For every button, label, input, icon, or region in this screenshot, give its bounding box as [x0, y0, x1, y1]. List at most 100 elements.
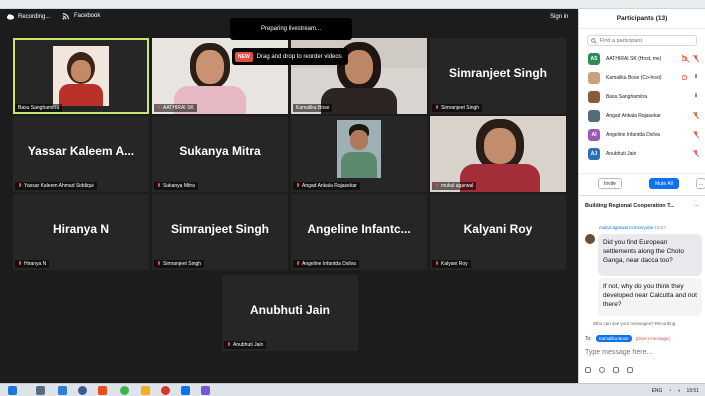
livestream-toast: Preparing livestream...	[230, 18, 352, 40]
participant-name: Kamalika Bose (Co-host)	[606, 74, 662, 81]
face-shape	[345, 50, 373, 84]
recipient-dropdown[interactable]: Kamalika Bose	[595, 335, 632, 342]
participants-header: Participants (13)	[579, 9, 705, 29]
mic-muted-icon	[436, 105, 438, 109]
notes-icon[interactable]	[201, 386, 210, 395]
video-off-icon	[682, 55, 689, 62]
tile-name-label: Kalyani Roy	[432, 260, 471, 268]
who-can-see-link[interactable]: Who can see your messages? Recording	[593, 321, 675, 326]
mic-muted-icon	[693, 150, 699, 157]
app-icon[interactable]	[161, 386, 170, 395]
face-shape	[484, 128, 516, 164]
tile-name-label: Sukanya Mitra	[154, 182, 198, 190]
invite-button[interactable]: Invite	[598, 178, 622, 189]
shoulders-shape	[321, 88, 397, 114]
video-tile-12[interactable]: Kalyani Roy Kalyani Roy	[430, 194, 566, 270]
avatar: AJ	[588, 147, 600, 160]
wifi-icon[interactable]: ◔	[668, 388, 671, 394]
participant-row[interactable]: AS AATHIRAI SK (Host, me)	[579, 49, 705, 68]
participants-title: Participants (13)	[616, 15, 668, 22]
office-icon[interactable]	[98, 386, 107, 395]
chat-title: Building Regional Cooperation T...	[585, 203, 675, 209]
recording-indicator[interactable]: Recording...	[6, 12, 50, 21]
participant-name: AATHIRAI SK (Host, me)	[606, 55, 662, 62]
facebook-live-indicator[interactable]: Facebook	[62, 12, 100, 20]
tray-lang[interactable]: ENG	[652, 388, 663, 394]
windows-start-icon[interactable]	[8, 386, 17, 395]
livestream-icon	[62, 13, 69, 20]
mail-icon[interactable]	[58, 386, 67, 395]
mic-muted-icon	[19, 261, 21, 265]
tile-display-name: Kalyani Roy	[463, 222, 533, 236]
mic-muted-icon	[158, 261, 160, 265]
video-tile-9[interactable]: Hiranya N Hiranya N	[13, 194, 149, 270]
video-tile-13[interactable]: Anubhuti Jain Anubhuti Jain	[222, 275, 358, 351]
participant-photo	[337, 120, 381, 178]
file-explorer-icon[interactable]	[141, 386, 150, 395]
mic-icon	[695, 74, 697, 79]
tray-time[interactable]: 19:51	[686, 388, 699, 394]
screenshot-icon[interactable]	[627, 367, 633, 373]
video-tile-11[interactable]: Angeline Infantc... Angeline Infantda Ds…	[291, 194, 427, 270]
sign-in-link[interactable]: Sign in	[550, 14, 568, 20]
video-tile-6[interactable]: Sukanya Mitra Sukanya Mitra	[152, 116, 288, 192]
emoji-icon[interactable]	[599, 367, 605, 373]
chat-header: Building Regional Cooperation T... ···	[579, 195, 705, 215]
participant-row[interactable]: Kamalika Bose (Co-host)	[579, 68, 705, 87]
tile-display-name: Yassar Kaleem A...	[27, 144, 135, 158]
participant-search[interactable]	[587, 35, 697, 46]
zoom-icon[interactable]	[181, 386, 190, 395]
mic-muted-icon	[158, 105, 160, 109]
mic-muted-icon	[436, 261, 438, 265]
video-tile-1[interactable]: Basu Sanghamitra	[13, 38, 149, 114]
participant-list: AS AATHIRAI SK (Host, me) Kamalika Bose …	[579, 49, 705, 163]
browser-icon[interactable]	[78, 386, 87, 395]
video-tile-4[interactable]: Simranjeet Singh Simranjeet Singh	[430, 38, 566, 114]
format-icon[interactable]	[585, 367, 591, 373]
tile-name-label: Hiranya N	[15, 260, 50, 268]
chat-input[interactable]	[585, 349, 695, 356]
tile-name-label: Yassar Kaleem Ahmad Siddiqui	[15, 182, 97, 190]
shoulders-shape	[59, 84, 103, 106]
participant-row[interactable]: AJ Anubhuti Jain	[579, 144, 705, 163]
face-shape	[71, 60, 91, 82]
chat-options-icon[interactable]: ···	[694, 196, 700, 216]
search-input[interactable]	[599, 37, 696, 44]
participant-row[interactable]: Basu Sanghamitra	[579, 87, 705, 106]
video-tile-8[interactable]: mukul agarwal	[430, 116, 566, 192]
more-options-button[interactable]: …	[696, 178, 705, 189]
mic-muted-icon	[228, 342, 230, 346]
video-tile-7[interactable]: Angad Ankala Rajasekar	[291, 116, 427, 192]
chrome-icon[interactable]	[120, 386, 129, 395]
chat-time: 19:47	[654, 225, 666, 230]
task-view-icon[interactable]	[36, 386, 45, 395]
tile-display-name: Simranjeet Singh	[448, 66, 548, 80]
participant-row[interactable]: Angad Ankala Rajasekar	[579, 106, 705, 125]
participant-row[interactable]: AI Angeline Infantda Dsilva	[579, 125, 705, 144]
participant-name: Anubhuti Jain	[606, 150, 637, 157]
participant-actions: Invite Mute All …	[579, 173, 705, 193]
more-icon: …	[698, 180, 704, 187]
windows-taskbar: ENG ◔ ◖ 19:51	[0, 383, 705, 396]
direct-message-label: (Direct message)	[635, 336, 670, 341]
chat-input-wrap	[585, 349, 695, 356]
tile-name-label: Angeline Infantda Dsilva	[293, 260, 359, 268]
system-tray: ENG ◔ ◖ 19:51	[652, 385, 699, 396]
side-panel: Participants (13) AS AATHIRAI SK (Host, …	[578, 9, 705, 383]
video-tile-5[interactable]: Yassar Kaleem A... Yassar Kaleem Ahmad S…	[13, 116, 149, 192]
file-icon[interactable]	[613, 367, 619, 373]
participant-video	[53, 46, 109, 106]
mic-muted-icon	[436, 183, 438, 187]
mic-icon	[695, 93, 697, 98]
mic-muted-icon	[693, 55, 699, 62]
tile-display-name: Simranjeet Singh	[170, 222, 270, 236]
mute-all-button[interactable]: Mute All	[649, 178, 679, 189]
video-tile-10[interactable]: Simranjeet Singh Simranjeet Singh	[152, 194, 288, 270]
shoulders-shape	[341, 152, 377, 178]
tile-name-label: Simranjeet Singh	[432, 104, 483, 112]
mic-muted-icon	[297, 183, 299, 187]
window-title-strip	[0, 0, 705, 9]
volume-icon[interactable]: ◖	[677, 388, 680, 394]
chat-recipient-row: To: Kamalika Bose (Direct message)	[585, 335, 670, 342]
cloud-record-icon	[6, 14, 15, 20]
